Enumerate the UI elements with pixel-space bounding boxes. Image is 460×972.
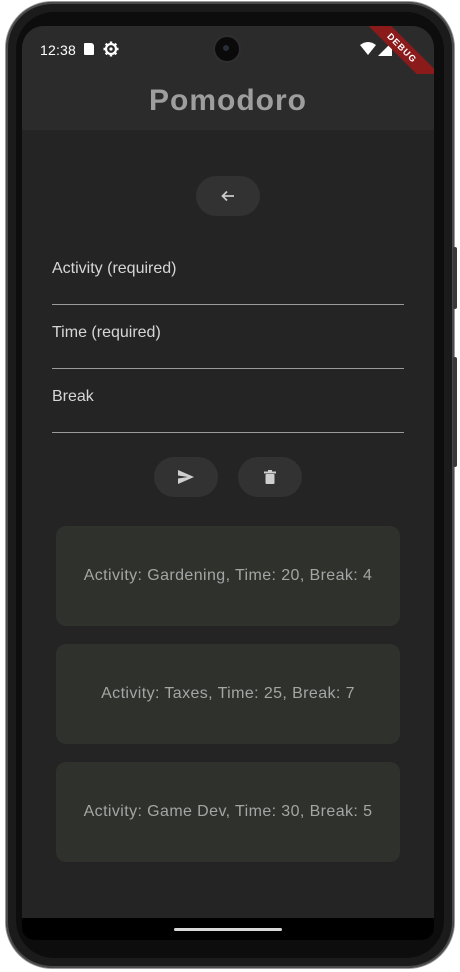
- session-card[interactable]: Activity: Gardening, Time: 20, Break: 4: [56, 526, 400, 626]
- activity-placeholder: Activity (required): [52, 260, 177, 277]
- navigation-bar: [22, 918, 434, 940]
- back-button[interactable]: [196, 176, 260, 216]
- session-text: Activity: Game Dev, Time: 30, Break: 5: [83, 803, 373, 820]
- trash-icon: [264, 470, 276, 484]
- home-indicator[interactable]: [174, 928, 282, 931]
- front-camera: [215, 37, 239, 61]
- gear-icon: [103, 41, 119, 57]
- delete-button[interactable]: [238, 457, 302, 497]
- session-text: Activity: Taxes, Time: 25, Break: 7: [101, 685, 355, 702]
- volume-button: [453, 247, 457, 309]
- sd-card-icon: [84, 43, 94, 55]
- session-card[interactable]: Activity: Taxes, Time: 25, Break: 7: [56, 644, 400, 744]
- screen: 12:38 DEBUG Pomodoro Activity (required)…: [22, 26, 434, 940]
- break-placeholder: Break: [52, 388, 94, 405]
- power-button: [453, 357, 457, 467]
- status-bar: 12:38 DEBUG: [22, 26, 434, 97]
- session-card[interactable]: Activity: Game Dev, Time: 30, Break: 5: [56, 762, 400, 862]
- app-bar: Pomodoro: [22, 74, 434, 130]
- page-title: Pomodoro: [149, 84, 307, 117]
- send-button[interactable]: [154, 457, 218, 497]
- send-icon: [178, 470, 194, 484]
- time-field[interactable]: Time (required): [52, 304, 404, 369]
- wifi-icon: [360, 42, 376, 55]
- time-placeholder: Time (required): [52, 324, 161, 341]
- status-time: 12:38: [40, 42, 77, 58]
- break-field[interactable]: Break: [52, 368, 404, 433]
- session-text: Activity: Gardening, Time: 20, Break: 4: [83, 567, 373, 584]
- activity-field[interactable]: Activity (required): [52, 240, 404, 305]
- arrow-left-icon: [221, 190, 234, 202]
